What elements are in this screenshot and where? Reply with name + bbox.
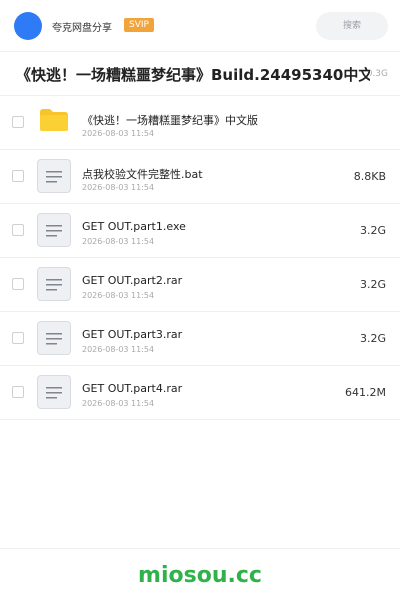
- document-icon: [37, 321, 71, 355]
- file-name: 《快逃！一场糟糕噩梦纪事》中文版: [82, 114, 258, 127]
- search-input[interactable]: 搜索: [316, 12, 388, 40]
- document-icon: [37, 375, 71, 409]
- file-size: 8.8KB: [353, 170, 386, 183]
- document-icon: [37, 213, 71, 247]
- checkbox[interactable]: [12, 332, 24, 344]
- file-size: 3.2G: [359, 278, 386, 291]
- file-name: GET OUT.part4.rar: [82, 382, 183, 395]
- file-name: GET OUT.part1.exe: [82, 220, 186, 233]
- checkbox[interactable]: [12, 170, 24, 182]
- checkbox[interactable]: [12, 116, 24, 128]
- list-item[interactable]: 《快逃！一场糟糕噩梦纪事》中文版 2026-08-03 11:54: [0, 96, 400, 150]
- footer: miosou.cc: [0, 548, 400, 600]
- share-label: 夸克网盘分享: [52, 23, 112, 34]
- file-date: 2026-08-03 11:54: [82, 291, 155, 300]
- file-date: 2026-08-03 11:54: [82, 129, 155, 138]
- file-name: 点我校验文件完整性.bat: [82, 168, 203, 181]
- list-item[interactable]: GET OUT.part4.rar 2026-08-03 11:54 641.2…: [0, 366, 400, 420]
- avatar[interactable]: [14, 12, 42, 40]
- file-size: 3.2G: [359, 332, 386, 345]
- file-date: 2026-08-03 11:54: [82, 183, 155, 192]
- list-item[interactable]: GET OUT.part1.exe 2026-08-03 11:54 3.2G: [0, 204, 400, 258]
- checkbox[interactable]: [12, 386, 24, 398]
- document-icon: [37, 267, 71, 301]
- file-size: 3.2G: [359, 224, 386, 237]
- page-title: 《快逃！一场糟糕噩梦纪事》Build.24495340中文版: [16, 64, 370, 85]
- list-item[interactable]: GET OUT.part3.rar 2026-08-03 11:54 3.2G: [0, 312, 400, 366]
- list-item[interactable]: GET OUT.part2.rar 2026-08-03 11:54 3.2G: [0, 258, 400, 312]
- share-title-bar: 10.3G 《快逃！一场糟糕噩梦纪事》Build.24495340中文版: [0, 52, 400, 96]
- file-name: GET OUT.part3.rar: [82, 328, 183, 341]
- file-date: 2026-08-03 11:54: [82, 399, 155, 408]
- header: 夸克网盘分享 SVIP 搜索: [0, 0, 400, 52]
- checkbox[interactable]: [12, 278, 24, 290]
- svip-badge: SVIP: [124, 18, 154, 32]
- document-icon: [37, 159, 71, 193]
- folder-icon: [40, 109, 68, 131]
- file-date: 2026-08-03 11:54: [82, 237, 155, 246]
- file-size: 641.2M: [345, 386, 386, 399]
- watermark-text: miosou.cc: [138, 563, 262, 588]
- checkbox[interactable]: [12, 224, 24, 236]
- file-date: 2026-08-03 11:54: [82, 345, 155, 354]
- file-list: 《快逃！一场糟糕噩梦纪事》中文版 2026-08-03 11:54 点我校验文件…: [0, 96, 400, 420]
- file-name: GET OUT.part2.rar: [82, 274, 183, 287]
- list-item[interactable]: 点我校验文件完整性.bat 2026-08-03 11:54 8.8KB: [0, 150, 400, 204]
